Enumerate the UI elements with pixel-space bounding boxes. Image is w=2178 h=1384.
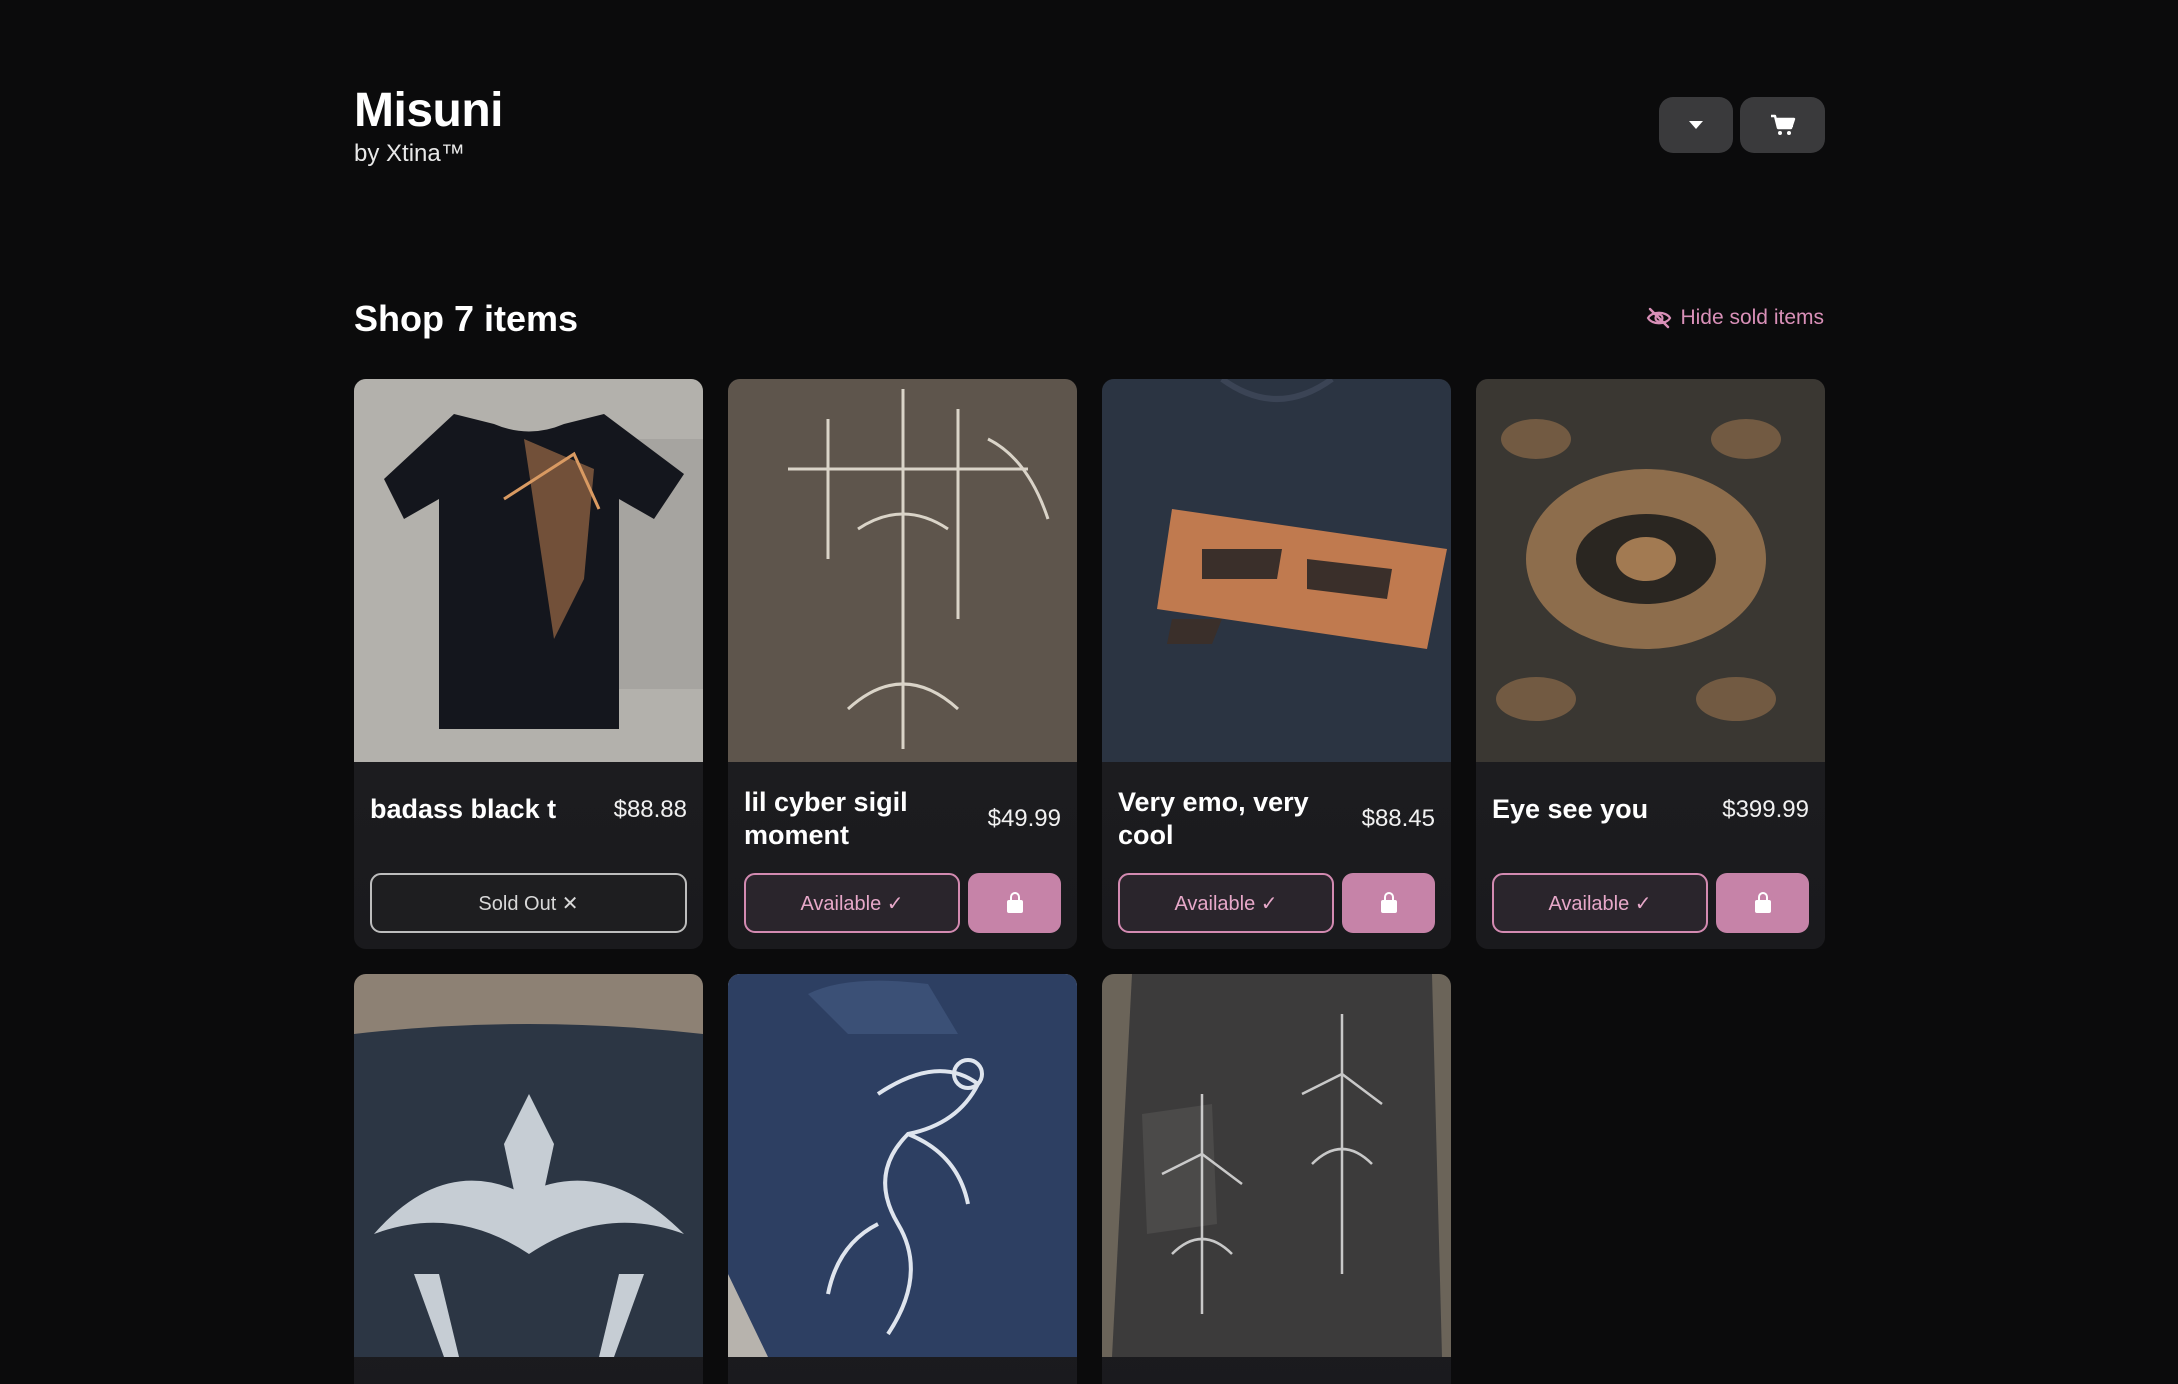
shop-heading: Shop 7 items — [354, 298, 579, 339]
sold-out-badge[interactable]: Sold Out ✕ — [370, 873, 687, 933]
product-name[interactable]: Eye see you — [1492, 793, 1648, 826]
cart-button[interactable] — [1740, 97, 1825, 153]
product-grid: badass black t $88.88 Sold Out ✕ lil cyb… — [354, 379, 1825, 1384]
available-badge[interactable]: Available ✓ — [744, 873, 960, 933]
page: Misuni by Xtina™ Shop 7 items Hide sold … — [0, 0, 2178, 1384]
product-image[interactable] — [1102, 974, 1451, 1357]
product-image[interactable] — [1476, 379, 1825, 762]
brand-title[interactable]: Misuni — [354, 84, 504, 138]
product-card[interactable] — [728, 974, 1077, 1384]
available-badge[interactable]: Available ✓ — [1118, 873, 1334, 933]
header-actions — [1659, 97, 1825, 153]
product-price: $399.99 — [1722, 795, 1809, 823]
add-to-bag-button[interactable] — [968, 873, 1061, 933]
shopping-bag-icon — [1380, 892, 1397, 913]
product-name[interactable]: badass black t — [370, 793, 556, 826]
product-card[interactable]: Eye see you $399.99 Available ✓ — [1476, 379, 1825, 949]
product-name[interactable]: Very emo, very cool — [1118, 786, 1328, 852]
product-card[interactable]: Very emo, very cool $88.45 Available ✓ — [1102, 379, 1451, 949]
cart-icon — [1770, 114, 1795, 135]
brand-subtitle: by Xtina™ — [354, 140, 465, 167]
product-image[interactable] — [1102, 379, 1451, 762]
product-price: $88.45 — [1361, 805, 1435, 832]
product-image[interactable] — [354, 379, 703, 762]
product-card[interactable]: lil cyber sigil moment $49.99 Available … — [728, 379, 1077, 949]
product-card[interactable] — [1102, 974, 1451, 1384]
available-badge[interactable]: Available ✓ — [1492, 873, 1708, 933]
shopping-bag-icon — [1006, 892, 1023, 913]
product-name[interactable]: lil cyber sigil moment — [744, 786, 954, 852]
add-to-bag-button[interactable] — [1716, 873, 1809, 933]
brand: Misuni by Xtina™ — [354, 84, 504, 168]
product-card[interactable]: badass black t $88.88 Sold Out ✕ — [354, 379, 703, 949]
shopping-bag-icon — [1754, 892, 1771, 913]
menu-dropdown-button[interactable] — [1659, 97, 1733, 153]
product-image[interactable] — [354, 974, 703, 1357]
product-price: $49.99 — [987, 805, 1061, 832]
product-card[interactable] — [354, 974, 703, 1384]
hide-sold-label: Hide sold items — [1680, 306, 1824, 329]
add-to-bag-button[interactable] — [1342, 873, 1435, 933]
product-image[interactable] — [728, 974, 1077, 1357]
caret-down-icon — [1689, 121, 1703, 129]
product-image[interactable] — [728, 379, 1077, 762]
product-price: $88.88 — [613, 795, 687, 823]
hide-sold-toggle[interactable]: Hide sold items — [1646, 306, 1824, 330]
eye-slash-icon — [1647, 307, 1672, 329]
